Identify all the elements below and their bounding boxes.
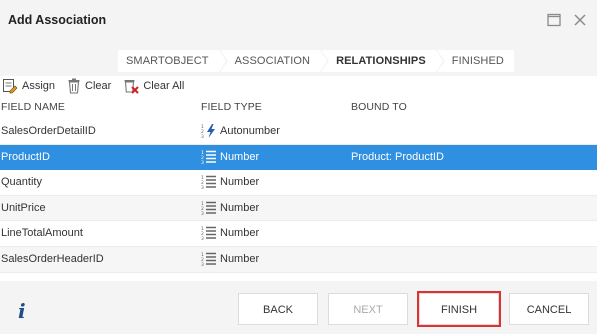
dialog-footer: i BACK NEXT FINISH CANCEL	[0, 281, 597, 334]
table-row[interactable]: SalesOrderDetailID 123 Autonumber	[0, 119, 597, 145]
finish-button[interactable]: FINISH	[417, 291, 501, 327]
clear-all-button[interactable]: Clear All	[123, 77, 184, 95]
back-button[interactable]: BACK	[238, 293, 318, 325]
number-icon: 123	[201, 226, 216, 241]
field-name-cell: SalesOrderDetailID	[1, 125, 96, 137]
trash-icon	[68, 78, 80, 94]
step-finished[interactable]: FINISHED	[437, 50, 514, 72]
svg-text:3: 3	[201, 236, 204, 241]
maximize-icon[interactable]	[546, 12, 562, 28]
field-name-cell: UnitPrice	[1, 201, 46, 214]
field-name-cell: ProductID	[1, 150, 50, 163]
number-icon: 123	[201, 252, 216, 267]
field-type-label: Number	[220, 227, 260, 240]
step-smartobject[interactable]: SMARTOBJECT	[118, 50, 228, 72]
step-relationships[interactable]: RELATIONSHIPS	[322, 50, 445, 72]
number-icon: 123	[201, 175, 216, 190]
add-association-dialog: Add Association SMARTOBJECT ASSOCIATION …	[0, 0, 597, 334]
clear-label: Clear	[85, 80, 112, 92]
info-icon[interactable]: i	[18, 299, 26, 323]
field-type-cell: 123 Number	[201, 200, 259, 216]
svg-text:3: 3	[201, 185, 204, 190]
step-label: SMARTOBJECT	[126, 55, 209, 67]
table-row[interactable]: ProductID 123 Number Product: ProductID	[0, 144, 597, 171]
clear-all-icon	[124, 80, 140, 94]
close-icon[interactable]	[572, 12, 588, 28]
autonumber-icon: 123	[201, 124, 215, 139]
svg-text:3: 3	[201, 211, 204, 216]
table-row[interactable]: UnitPrice 123 Number	[0, 195, 597, 222]
table-row[interactable]: Quantity 123 Number	[0, 170, 597, 196]
step-label: ASSOCIATION	[234, 55, 311, 67]
step-label: RELATIONSHIPS	[336, 55, 426, 67]
table-header: FIELD NAME FIELD TYPE BOUND TO	[0, 99, 597, 117]
field-type-label: Number	[220, 150, 260, 163]
column-bound-to[interactable]: BOUND TO	[351, 101, 407, 113]
toolbar: Assign Clear Clear All	[0, 76, 597, 96]
assign-button[interactable]: Assign	[2, 77, 55, 95]
field-type-label: Number	[220, 252, 260, 265]
field-name-cell: Quantity	[1, 176, 42, 189]
title-bar: Add Association	[0, 0, 597, 42]
field-type-label: Number	[220, 201, 260, 214]
dialog-title: Add Association	[8, 13, 107, 27]
svg-text:3: 3	[201, 262, 204, 267]
svg-text:3: 3	[201, 160, 204, 165]
assign-label: Assign	[22, 80, 56, 92]
assign-icon	[3, 79, 18, 94]
field-type-cell: 123 Number	[201, 174, 259, 190]
field-type-cell: 123 Number	[201, 149, 259, 165]
column-field-name[interactable]: FIELD NAME	[1, 101, 65, 113]
step-label: FINISHED	[451, 55, 504, 67]
cancel-button[interactable]: CANCEL	[509, 293, 589, 325]
field-table-body: SalesOrderDetailID 123 Autonumber Produc…	[0, 119, 597, 273]
bound-to-cell: Product: ProductID	[351, 150, 444, 163]
number-icon: 123	[201, 150, 216, 165]
clear-button[interactable]: Clear	[67, 77, 111, 95]
step-association[interactable]: ASSOCIATION	[220, 50, 330, 72]
next-button[interactable]: NEXT	[328, 293, 408, 325]
table-row[interactable]: LineTotalAmount 123 Number	[0, 221, 597, 247]
wizard-steps: SMARTOBJECT ASSOCIATION RELATIONSHIPS FI…	[0, 42, 597, 76]
svg-text:3: 3	[201, 134, 204, 139]
field-name-cell: LineTotalAmount	[1, 227, 83, 240]
column-field-type[interactable]: FIELD TYPE	[201, 101, 262, 113]
clear-all-label: Clear All	[143, 80, 185, 92]
field-type-cell: 123 Number	[201, 225, 259, 241]
field-type-label: Autonumber	[220, 125, 280, 137]
field-type-cell: 123 Number	[201, 251, 259, 267]
table-row[interactable]: SalesOrderHeaderID 123 Number	[0, 246, 597, 273]
field-type-label: Number	[220, 176, 260, 189]
number-icon: 123	[201, 201, 216, 216]
field-name-cell: SalesOrderHeaderID	[1, 252, 104, 265]
field-type-cell: 123 Autonumber	[201, 123, 280, 139]
